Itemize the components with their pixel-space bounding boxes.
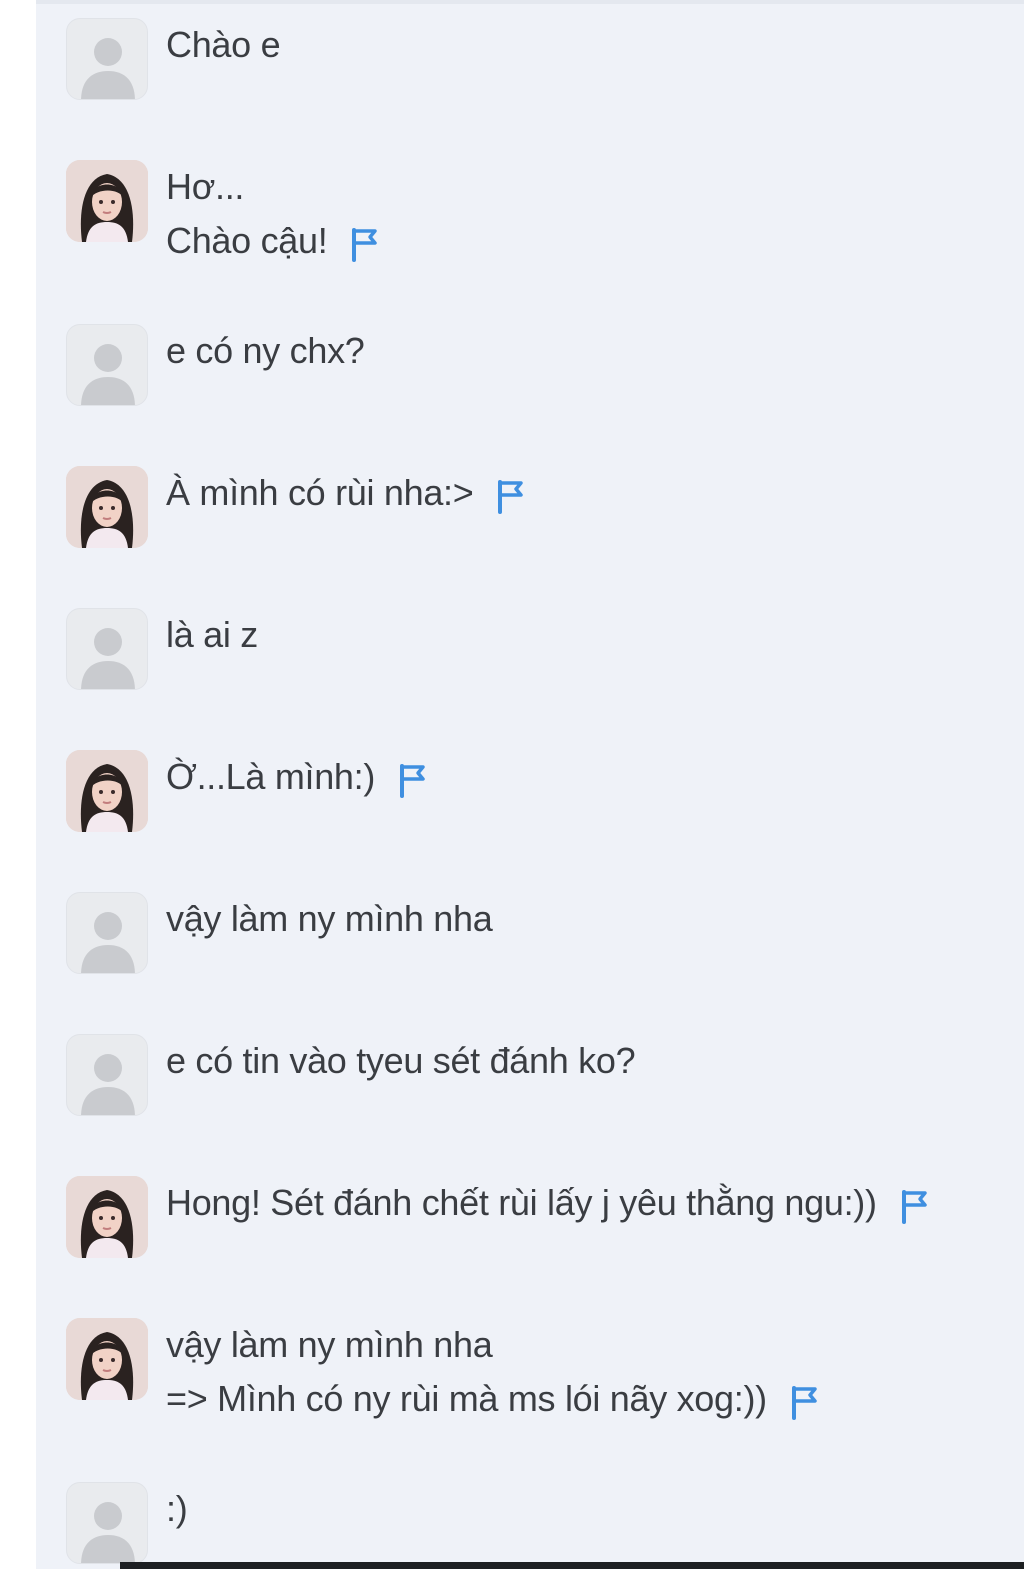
message-item: vậy làm ny mình nha [66,892,1004,974]
message-text: e có tin vào tyeu sét đánh ko? [166,1034,636,1088]
message-text: vậy làm ny mình nha [166,892,493,946]
profile-photo-avatar [66,160,148,242]
message-text: Hong! Sét đánh chết rùi lấy j yêu thằng … [166,1176,929,1230]
message-line: :) [166,1488,188,1529]
message-text: vậy làm ny mình nha => Mình có ny rùi mà… [166,1318,819,1426]
message-text: Ờ...Là mình:) [166,750,427,804]
message-line: vậy làm ny mình nha [166,898,493,939]
message-line-text: À mình có rùi nha:> [166,472,474,513]
girl-avatar[interactable] [66,466,148,548]
flag-icon[interactable] [397,759,427,799]
message-text: À mình có rùi nha:> [166,466,525,520]
message-line: Chào e [166,24,281,65]
message-text: Hơ... Chào cậu! [166,160,379,268]
left-sidebar-edge [0,0,37,1569]
guest-avatar[interactable] [66,324,148,406]
person-silhouette-icon [81,628,135,689]
profile-photo-avatar [66,1318,148,1400]
guest-avatar[interactable] [66,18,148,100]
message-line: là ai z [166,614,258,655]
message-item: À mình có rùi nha:> [66,466,1004,548]
bottom-bar [120,1562,1024,1569]
message-line: Hơ... [166,166,245,207]
guest-avatar[interactable] [66,608,148,690]
message-text: Chào e [166,18,281,72]
guest-avatar[interactable] [66,892,148,974]
message-item: Hơ... Chào cậu! [66,160,1004,268]
message-line-text: => Mình có ny rùi mà ms lói nãy xog:)) [166,1378,767,1419]
girl-avatar[interactable] [66,1176,148,1258]
message-line: Ờ...Là mình:) [166,750,427,804]
guest-avatar[interactable] [66,1034,148,1116]
message-line-text: Hong! Sét đánh chết rùi lấy j yêu thằng … [166,1182,877,1223]
message-item: vậy làm ny mình nha => Mình có ny rùi mà… [66,1318,1004,1426]
message-item: Ờ...Là mình:) [66,750,1004,832]
message-line: => Mình có ny rùi mà ms lói nãy xog:)) [166,1372,819,1426]
flag-icon[interactable] [899,1185,929,1225]
girl-avatar[interactable] [66,750,148,832]
profile-photo-avatar [66,750,148,832]
message-line: À mình có rùi nha:> [166,466,525,520]
flag-icon[interactable] [349,223,379,263]
profile-photo-avatar [66,466,148,548]
person-silhouette-icon [81,1054,135,1115]
girl-avatar[interactable] [66,1318,148,1400]
person-silhouette-icon [81,344,135,405]
message-line: Hong! Sét đánh chết rùi lấy j yêu thằng … [166,1176,929,1230]
person-silhouette-icon [81,1502,135,1563]
message-line: e có ny chx? [166,330,365,371]
message-text: e có ny chx? [166,324,365,378]
message-item: là ai z [66,608,1004,690]
message-line-text: Ờ...Là mình:) [166,756,376,797]
message-item: e có tin vào tyeu sét đánh ko? [66,1034,1004,1116]
message-item: e có ny chx? [66,324,1004,406]
message-line: e có tin vào tyeu sét đánh ko? [166,1040,636,1081]
message-item: :) [66,1482,1004,1564]
flag-icon[interactable] [495,475,525,515]
girl-avatar[interactable] [66,160,148,242]
message-item: Hong! Sét đánh chết rùi lấy j yêu thằng … [66,1176,1004,1258]
top-divider [36,0,1024,4]
flag-icon[interactable] [789,1381,819,1421]
message-text: là ai z [166,608,258,662]
message-text: :) [166,1482,188,1536]
profile-photo-avatar [66,1176,148,1258]
person-silhouette-icon [81,912,135,973]
message-item: Chào e [66,18,1004,100]
person-silhouette-icon [81,38,135,99]
message-line-text: Chào cậu! [166,220,328,261]
message-line: vậy làm ny mình nha [166,1324,493,1365]
guest-avatar[interactable] [66,1482,148,1564]
message-line: Chào cậu! [166,214,379,268]
